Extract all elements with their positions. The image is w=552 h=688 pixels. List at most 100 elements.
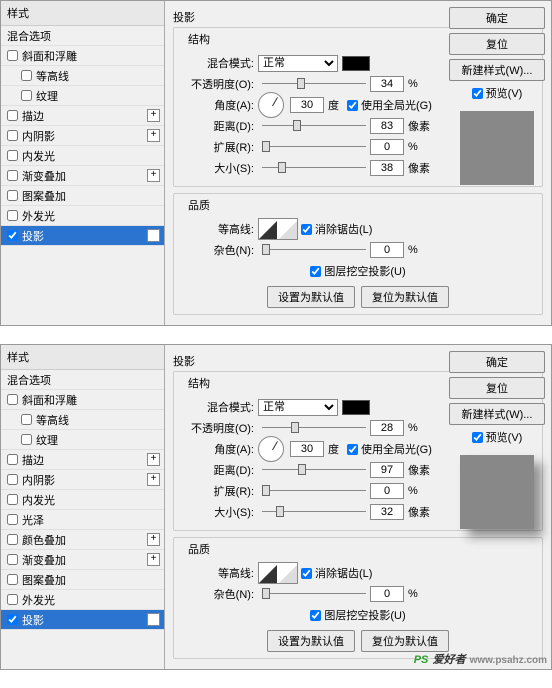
set-default-button[interactable]: 设置为默认值 [267,630,355,652]
pattern-checkbox[interactable] [7,574,18,585]
angle-dial[interactable] [258,436,284,462]
opacity-value[interactable]: 28 [370,420,404,436]
set-default-button[interactable]: 设置为默认值 [267,286,355,308]
angle-value[interactable]: 30 [290,97,324,113]
stroke-checkbox[interactable] [7,454,18,465]
spread-value[interactable]: 0 [370,483,404,499]
contour-checkbox[interactable] [21,70,32,81]
dropshadow-checkbox[interactable] [7,230,18,241]
sidebar-item-texture[interactable]: 纹理 [1,430,164,450]
distance-value[interactable]: 97 [370,462,404,478]
preview-checkbox[interactable] [472,432,483,443]
knockout-checkbox[interactable] [310,266,321,277]
texture-checkbox[interactable] [21,90,32,101]
size-value[interactable]: 38 [370,160,404,176]
sidebar-item-dropshadow[interactable]: 投影+ [1,226,164,246]
contour-checkbox[interactable] [21,414,32,425]
spread-slider[interactable] [262,484,366,498]
plus-icon[interactable]: + [147,109,160,122]
satin-checkbox[interactable] [7,514,18,525]
sidebar-item-gradient[interactable]: 渐变叠加+ [1,550,164,570]
sidebar-item-contour[interactable]: 等高线 [1,410,164,430]
cancel-button[interactable]: 复位 [449,377,545,399]
innershadow-checkbox[interactable] [7,130,18,141]
distance-value[interactable]: 83 [370,118,404,134]
noise-value[interactable]: 0 [370,242,404,258]
color-checkbox[interactable] [7,534,18,545]
distance-slider[interactable] [262,119,366,133]
contour-picker[interactable] [258,218,298,240]
sidebar-item-pattern[interactable]: 图案叠加 [1,186,164,206]
sidebar-item-satin[interactable]: 光泽 [1,510,164,530]
outerglow-checkbox[interactable] [7,594,18,605]
plus-icon[interactable]: + [147,453,160,466]
distance-slider[interactable] [262,463,366,477]
outerglow-checkbox[interactable] [7,210,18,221]
antialias-checkbox[interactable] [301,568,312,579]
sidebar-item-innershadow[interactable]: 内阴影+ [1,470,164,490]
sidebar-item-bevel[interactable]: 斜面和浮雕 [1,46,164,66]
cancel-button[interactable]: 复位 [449,33,545,55]
global-light-checkbox[interactable] [347,444,358,455]
size-slider[interactable] [262,505,366,519]
angle-value[interactable]: 30 [290,441,324,457]
pattern-checkbox[interactable] [7,190,18,201]
spread-slider[interactable] [262,140,366,154]
reset-default-button[interactable]: 复位为默认值 [361,286,449,308]
plus-icon[interactable]: + [147,169,160,182]
plus-icon[interactable]: + [147,473,160,486]
blend-options-item[interactable]: 混合选项 [1,370,164,390]
sidebar-item-dropshadow[interactable]: 投影+ [1,610,164,630]
sidebar-item-pattern[interactable]: 图案叠加 [1,570,164,590]
noise-slider[interactable] [262,243,366,257]
blend-mode-select[interactable]: 正常 [258,399,338,416]
plus-icon[interactable]: + [147,613,160,626]
blend-options-item[interactable]: 混合选项 [1,26,164,46]
stroke-checkbox[interactable] [7,110,18,121]
plus-icon[interactable]: + [147,533,160,546]
sidebar-item-innerglow[interactable]: 内发光 [1,490,164,510]
sidebar-item-stroke[interactable]: 描边+ [1,106,164,126]
blend-mode-select[interactable]: 正常 [258,55,338,72]
new-style-button[interactable]: 新建样式(W)... [449,59,545,81]
sidebar-item-outerglow[interactable]: 外发光 [1,590,164,610]
contour-picker[interactable] [258,562,298,584]
size-slider[interactable] [262,161,366,175]
global-light-checkbox[interactable] [347,100,358,111]
opacity-slider[interactable] [262,421,366,435]
reset-default-button[interactable]: 复位为默认值 [361,630,449,652]
angle-dial[interactable] [258,92,284,118]
gradient-checkbox[interactable] [7,170,18,181]
plus-icon[interactable]: + [147,229,160,242]
color-swatch[interactable] [342,56,370,71]
sidebar-item-outerglow[interactable]: 外发光 [1,206,164,226]
dropshadow-checkbox[interactable] [7,614,18,625]
spread-value[interactable]: 0 [370,139,404,155]
size-value[interactable]: 32 [370,504,404,520]
innerglow-checkbox[interactable] [7,494,18,505]
sidebar-item-gradient[interactable]: 渐变叠加+ [1,166,164,186]
bevel-checkbox[interactable] [7,50,18,61]
sidebar-item-color[interactable]: 颜色叠加+ [1,530,164,550]
noise-value[interactable]: 0 [370,586,404,602]
innerglow-checkbox[interactable] [7,150,18,161]
plus-icon[interactable]: + [147,129,160,142]
sidebar-item-contour[interactable]: 等高线 [1,66,164,86]
opacity-slider[interactable] [262,77,366,91]
texture-checkbox[interactable] [21,434,32,445]
sidebar-item-texture[interactable]: 纹理 [1,86,164,106]
sidebar-item-innerglow[interactable]: 内发光 [1,146,164,166]
sidebar-item-innershadow[interactable]: 内阴影+ [1,126,164,146]
opacity-value[interactable]: 34 [370,76,404,92]
ok-button[interactable]: 确定 [449,351,545,373]
preview-checkbox[interactable] [472,88,483,99]
sidebar-item-stroke[interactable]: 描边+ [1,450,164,470]
gradient-checkbox[interactable] [7,554,18,565]
ok-button[interactable]: 确定 [449,7,545,29]
new-style-button[interactable]: 新建样式(W)... [449,403,545,425]
plus-icon[interactable]: + [147,553,160,566]
innershadow-checkbox[interactable] [7,474,18,485]
color-swatch[interactable] [342,400,370,415]
bevel-checkbox[interactable] [7,394,18,405]
sidebar-item-bevel[interactable]: 斜面和浮雕 [1,390,164,410]
